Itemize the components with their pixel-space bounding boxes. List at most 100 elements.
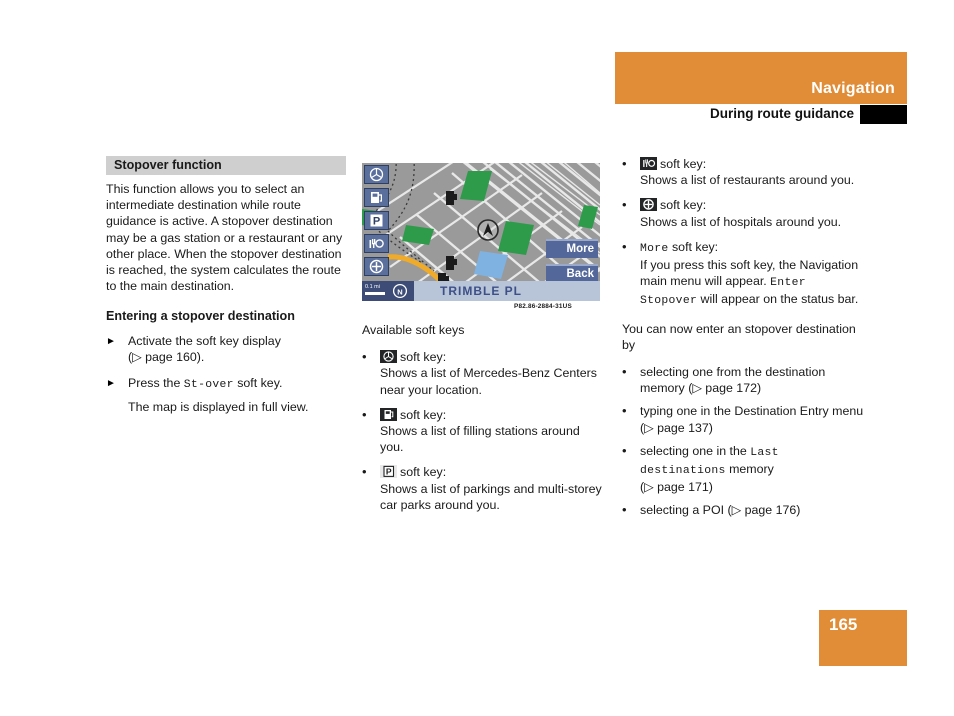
bullet-icon: • [622, 364, 627, 380]
page-reference: (▷ page 172) [688, 381, 762, 396]
soft-key-list-item: • soft key: Shows a list of restaurants … [622, 156, 864, 188]
figure-code: P82.86-2884-31US [514, 303, 572, 310]
bullet-icon: • [622, 442, 627, 458]
option-text: selecting a POI (▷ page 176) [640, 502, 864, 518]
bullet-icon: • [622, 403, 627, 419]
restaurant-icon [640, 157, 657, 170]
option-text: typing one in the Destination Entry menu… [640, 403, 864, 435]
page-number-box: 165 [819, 610, 907, 666]
compass-north-icon: N [392, 283, 408, 299]
option-main: typing one in the Destination Entry menu [640, 404, 864, 419]
soft-key-hospital[interactable] [364, 257, 389, 276]
option-list-item: • selecting a POI (▷ page 176) [622, 502, 864, 518]
scale-label: 0.1 mi [365, 284, 380, 290]
page-title: Navigation [811, 80, 895, 97]
soft-key-description: Shows a list of Mercedes-Benz Centers ne… [380, 366, 597, 397]
svg-text:N: N [397, 287, 402, 296]
mid-column: Available soft keys • soft key: Shows a … [362, 322, 602, 522]
soft-key-label: soft key: [400, 465, 447, 480]
bullet-icon: • [362, 406, 367, 422]
step-text-tail: soft key. [233, 376, 283, 391]
bullet-icon: • [622, 502, 627, 518]
svg-text:P: P [386, 467, 392, 477]
svg-text:P: P [373, 216, 380, 228]
option-list-item: • typing one in the Destination Entry me… [622, 403, 864, 435]
page-reference: (▷ page 160). [128, 349, 205, 364]
soft-key-description: Shows a list of restaurants around you. [640, 173, 855, 188]
triangle-bullet-icon: ► [106, 335, 116, 347]
soft-key-entry: soft key: Shows a list of filling statio… [380, 407, 602, 456]
page-reference: (▷ page 137) [640, 420, 713, 435]
soft-key-mercedes-center[interactable] [364, 165, 389, 184]
page-reference: (▷ page 176) [727, 503, 801, 518]
soft-key-label: soft key: [400, 407, 447, 422]
soft-key-parking[interactable]: P [364, 211, 389, 230]
more-key-line2: will appear on the status bar. [697, 292, 859, 307]
soft-key-label: soft key: [660, 198, 707, 213]
enter-stopover-paragraph: You can now enter an stopover destinatio… [622, 321, 856, 352]
map-status-bar: TRIMBLE PL 0.1 mi N [362, 281, 600, 301]
step-item: ► Press the St-over soft key. [106, 375, 346, 393]
soft-key-entry: soft key: Shows a list of Mercedes-Benz … [380, 349, 602, 398]
option-main: selecting one in the [640, 443, 751, 458]
soft-key-list-item: • P soft key: Shows a list of parkings a… [362, 464, 602, 513]
soft-key-list-item: • soft key: Shows a list of Mercedes-Ben… [362, 349, 602, 398]
bullet-icon: • [362, 349, 367, 365]
page-reference: (▷ page 171) [640, 480, 713, 495]
more-key-line1: If you press this soft key, the Navigati… [640, 258, 859, 289]
hospital-icon [640, 198, 657, 212]
soft-key-entry: soft key: Shows a list of hospitals arou… [640, 197, 864, 229]
more-key-label: soft key: [668, 239, 719, 254]
header-black-marker [860, 105, 907, 124]
mercedes-star-icon [380, 350, 397, 364]
soft-key-list-item: • soft key: Shows a list of hospitals ar… [622, 197, 864, 229]
page-number: 165 [829, 615, 858, 634]
soft-key-label: soft key: [660, 157, 707, 171]
soft-key-filling-station[interactable] [364, 188, 389, 207]
more-key-name: More [640, 242, 669, 255]
current-position-icon [477, 219, 499, 241]
option-tail: memory [725, 462, 774, 477]
bullet-icon: • [622, 197, 627, 213]
more-soft-key-entry: More soft key: If you press this soft ke… [640, 239, 864, 310]
soft-key-description: Shows a list of parkings and multi-store… [380, 481, 602, 512]
soft-key-name: St-over [183, 379, 234, 392]
step-item: ► Activate the soft key display (▷ page … [106, 333, 346, 365]
header-accent-bar: Navigation [615, 52, 907, 104]
soft-key-more[interactable]: More [546, 239, 598, 258]
soft-key-label: soft key: [400, 350, 447, 365]
step-note: The map is displayed in full view. [128, 400, 309, 415]
option-main: selecting a POI [640, 503, 728, 518]
step-text: Activate the soft key display (▷ page 16… [128, 333, 346, 365]
bullet-icon: • [622, 156, 627, 171]
option-list-item: • selecting one from the destination mem… [622, 364, 864, 396]
option-text: selecting one in the Last destinations m… [640, 443, 864, 496]
available-soft-keys-lead: Available soft keys [362, 323, 465, 337]
triangle-bullet-icon: ► [106, 378, 116, 390]
map-scale-panel: 0.1 mi N [362, 281, 414, 301]
soft-key-entry: P soft key: Shows a list of parkings and… [380, 464, 602, 513]
soft-key-description: Shows a list of hospitals around you. [640, 214, 842, 229]
intro-paragraph: This function allows you to select an in… [106, 182, 343, 294]
step-text: Press the St-over soft key. [128, 375, 346, 393]
sub-heading: Entering a stopover destination [106, 309, 295, 324]
more-soft-key-item: • More soft key: If you press this soft … [622, 239, 864, 310]
parking-icon: P [380, 465, 397, 479]
map-soft-key-column: P [364, 165, 389, 280]
option-text: selecting one from the destination memor… [640, 364, 864, 396]
bullet-icon: • [622, 238, 627, 254]
section-heading: Stopover function [106, 156, 346, 175]
fuel-pump-icon [380, 407, 397, 421]
left-column: Stopover function This function allows y… [106, 156, 346, 425]
step-text-main: Activate the soft key display [128, 333, 281, 348]
right-column: • soft key: Shows a list of restaurants … [622, 156, 864, 526]
navigation-map-figure: P More Back TRIMBLE PL 0.1 mi N [362, 163, 600, 301]
soft-key-description: Shows a list of filling stations around … [380, 424, 580, 455]
soft-key-entry: soft key: Shows a list of restaurants ar… [640, 156, 864, 188]
soft-key-restaurant[interactable] [364, 234, 389, 253]
step-text-main: Press the [128, 376, 184, 391]
soft-key-list-item: • soft key: Shows a list of filling stat… [362, 407, 602, 456]
option-list-item: • selecting one in the Last destinations… [622, 443, 864, 496]
bullet-icon: • [362, 464, 367, 480]
header-subtitle: During route guidance [709, 106, 854, 121]
